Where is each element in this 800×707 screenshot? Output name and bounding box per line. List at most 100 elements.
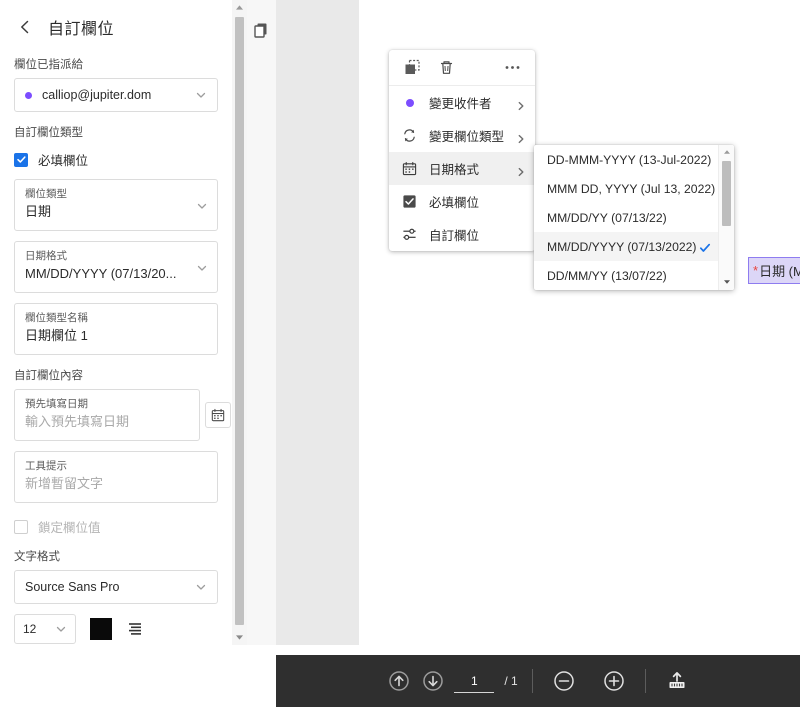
menu-item-custom-field[interactable]: 自訂欄位 — [389, 218, 535, 251]
fit-width-icon[interactable] — [666, 670, 688, 692]
document-bottom-toolbar: / 1 — [276, 655, 800, 707]
pages-panel-icon[interactable] — [253, 22, 270, 39]
field-type-caption: 欄位類型 — [25, 188, 67, 200]
assigned-to-label: 欄位已指派給 — [14, 59, 83, 71]
menu-item-label: 變更欄位類型 — [429, 130, 505, 144]
font-size-select[interactable]: 12 — [14, 614, 76, 644]
chevron-down-icon — [196, 261, 208, 273]
delete-icon[interactable] — [437, 59, 455, 77]
font-family-value: Source Sans Pro — [25, 580, 120, 594]
context-menu-toolbar — [389, 50, 535, 86]
settings-sliders-icon — [401, 226, 418, 243]
sidebar-header: 自訂欄位 — [0, 0, 232, 44]
toolbar-divider — [531, 669, 533, 693]
duplicate-icon[interactable] — [403, 59, 421, 77]
page-title: 自訂欄位 — [48, 21, 115, 38]
toolbar-divider — [644, 669, 646, 693]
calendar-icon — [401, 160, 418, 177]
font-family-select[interactable]: Source Sans Pro — [14, 570, 218, 604]
page-up-icon[interactable] — [388, 670, 410, 692]
date-format-option[interactable]: MM/DD/YY (07/13/22) — [534, 203, 719, 232]
required-field-checkbox[interactable]: 必填欄位 — [14, 150, 218, 169]
assignee-value: calliop@jupiter.dom — [42, 88, 152, 102]
chevron-down-icon — [55, 623, 67, 635]
menu-item-change-field-type[interactable]: 變更欄位類型 — [389, 119, 535, 152]
page-total-label: / 1 — [504, 674, 518, 688]
scroll-down-icon[interactable] — [232, 630, 247, 645]
menu-item-date-format[interactable]: 日期格式 — [389, 152, 535, 185]
field-type-name-value: 日期欄位 1 — [25, 328, 88, 343]
lock-field-value-checkbox[interactable]: 鎖定欄位值 — [14, 517, 218, 536]
text-align-icon[interactable] — [126, 620, 144, 638]
date-format-option[interactable]: MMM DD, YYYY (Jul 13, 2022) — [534, 174, 719, 203]
app-root: 自訂欄位 欄位已指派給 calliop@jupiter.dom 自訂欄位類型 必… — [0, 0, 800, 707]
page-number-input[interactable] — [454, 669, 495, 693]
font-controls-row: 12 — [14, 614, 218, 644]
text-format-label: 文字格式 — [14, 551, 60, 563]
zoom-in-icon[interactable] — [603, 670, 625, 692]
date-format-select[interactable]: 日期格式 MM/DD/YYYY (07/13/20... — [14, 241, 218, 293]
date-format-option-selected[interactable]: MM/DD/YYYY (07/13/2022) — [534, 232, 719, 261]
menu-item-label: 自訂欄位 — [429, 229, 480, 243]
chevron-right-icon — [516, 164, 526, 176]
custom-field-type-label: 自訂欄位類型 — [14, 127, 83, 139]
back-icon[interactable] — [14, 16, 36, 38]
more-options-icon[interactable] — [503, 59, 521, 77]
check-icon — [699, 241, 711, 253]
scroll-up-icon[interactable] — [719, 145, 734, 159]
pages-rail — [247, 0, 277, 645]
sidebar-body: 欄位已指派給 calliop@jupiter.dom 自訂欄位類型 必填欄位 欄… — [0, 56, 232, 644]
document-date-field[interactable]: * 日期 (MM/DD/YYYY — [748, 257, 800, 284]
date-format-option[interactable]: DD/MM/YY (13/07/22) — [534, 261, 719, 290]
tooltip-input[interactable]: 工具提示 新增暫留文字 — [14, 451, 218, 503]
tooltip-placeholder: 新增暫留文字 — [25, 476, 104, 491]
chevron-right-icon — [516, 98, 526, 110]
option-label: DD-MMM-YYYY (13-Jul-2022) — [547, 152, 712, 167]
tooltip-caption: 工具提示 — [25, 460, 67, 472]
chevron-right-icon — [516, 131, 526, 143]
recipient-dot-icon — [25, 91, 32, 99]
prefill-date-input[interactable]: 預先填寫日期 輸入預先填寫日期 — [14, 389, 231, 441]
page-down-icon[interactable] — [422, 670, 444, 692]
calendar-icon[interactable] — [205, 402, 231, 428]
document-background-left — [276, 0, 359, 645]
recipient-dot-icon — [401, 94, 418, 111]
font-size-value: 12 — [23, 622, 37, 636]
field-type-name-caption: 欄位類型名稱 — [25, 312, 88, 324]
chevron-down-icon — [195, 89, 207, 101]
field-context-menu: 變更收件者 變更欄位類型 日期格式 必填欄位 自訂欄位 — [389, 50, 535, 251]
scroll-up-icon[interactable] — [232, 0, 247, 15]
date-format-option[interactable]: DD-MMM-YYYY (13-Jul-2022) — [534, 145, 719, 174]
option-label: MM/DD/YY (07/13/22) — [547, 210, 667, 225]
date-format-submenu: DD-MMM-YYYY (13-Jul-2022) MMM DD, YYYY (… — [534, 145, 734, 290]
option-label: MMM DD, YYYY (Jul 13, 2022) — [547, 181, 716, 196]
assignee-select[interactable]: calliop@jupiter.dom — [14, 78, 218, 112]
submenu-scroll-thumb[interactable] — [722, 161, 731, 226]
lock-field-value-label: 鎖定欄位值 — [38, 521, 101, 535]
document-date-field-label: 日期 (MM/DD/YYYY — [759, 264, 800, 279]
menu-item-required-field[interactable]: 必填欄位 — [389, 185, 535, 218]
sidebar-scroll-thumb[interactable] — [235, 17, 244, 625]
date-format-options-list: DD-MMM-YYYY (13-Jul-2022) MMM DD, YYYY (… — [534, 145, 719, 290]
menu-item-label: 必填欄位 — [429, 196, 480, 210]
custom-field-content-label: 自訂欄位內容 — [14, 370, 83, 382]
option-label: MM/DD/YYYY (07/13/2022) — [547, 239, 697, 254]
required-field-label: 必填欄位 — [38, 154, 89, 168]
menu-item-change-recipient[interactable]: 變更收件者 — [389, 86, 535, 119]
menu-item-label: 變更收件者 — [429, 97, 492, 111]
field-type-name-input[interactable]: 欄位類型名稱 日期欄位 1 — [14, 303, 218, 355]
submenu-scrollbar[interactable] — [718, 145, 734, 290]
field-type-value: 日期 — [25, 204, 52, 219]
sidebar-scrollbar[interactable] — [232, 0, 248, 645]
checkbox-checked-icon — [14, 152, 28, 167]
zoom-out-icon[interactable] — [553, 670, 575, 692]
required-asterisk: * — [753, 263, 759, 278]
custom-field-sidebar: 自訂欄位 欄位已指派給 calliop@jupiter.dom 自訂欄位類型 必… — [0, 0, 232, 707]
date-format-caption: 日期格式 — [25, 250, 67, 262]
chevron-down-icon — [196, 199, 208, 211]
field-type-select[interactable]: 欄位類型 日期 — [14, 179, 218, 231]
prefill-date-caption: 預先填寫日期 — [25, 398, 88, 410]
scroll-down-icon[interactable] — [719, 275, 734, 289]
prefill-date-placeholder: 輸入預先填寫日期 — [25, 414, 130, 429]
font-color-swatch[interactable] — [90, 618, 112, 640]
